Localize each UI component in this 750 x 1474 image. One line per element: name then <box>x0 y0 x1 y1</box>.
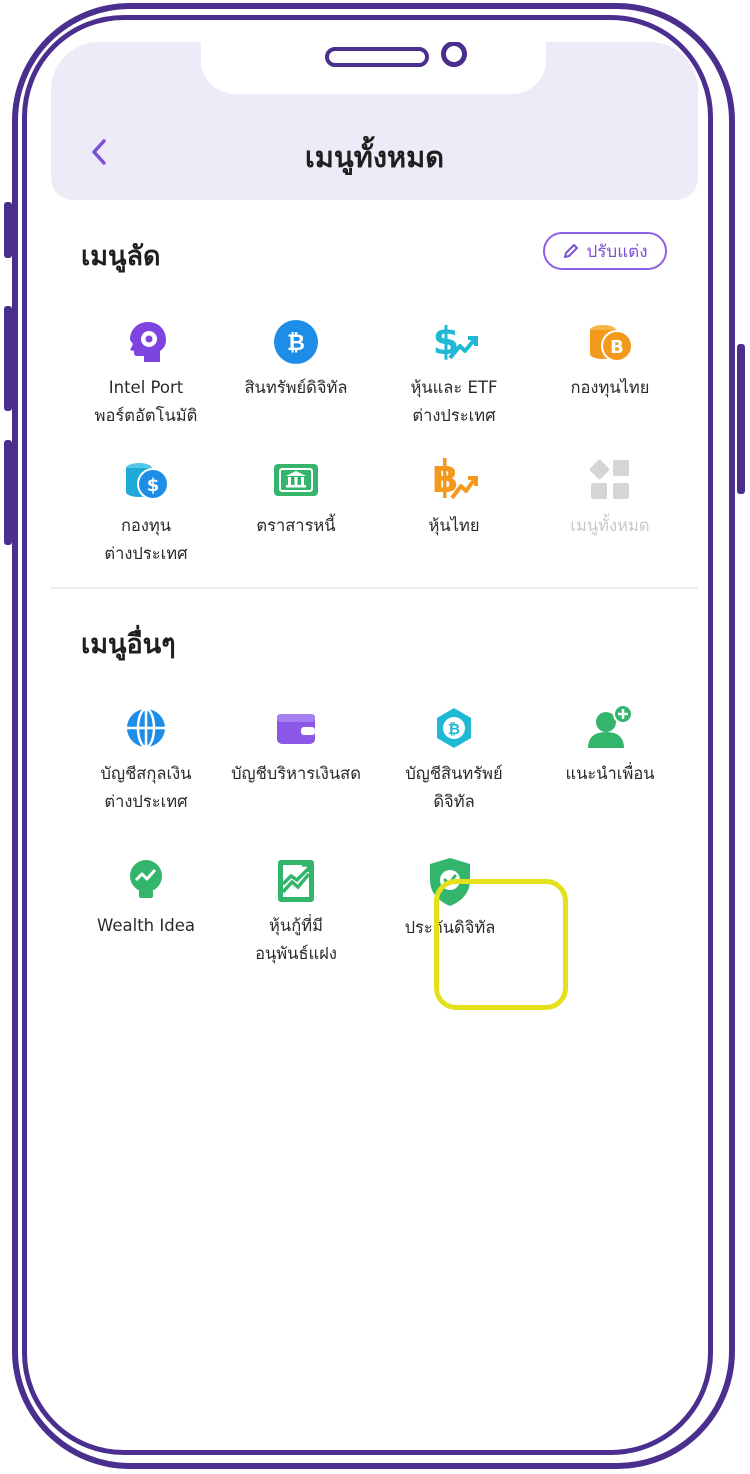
baht-coins-icon: B <box>580 312 640 372</box>
hex-bitcoin-icon: ₿ <box>424 698 484 758</box>
menu-item-bonds[interactable]: ตราสารหนี้ <box>217 450 375 538</box>
dollar-trend-icon: $ <box>424 312 484 372</box>
menu-label-line1: บัญชีสกุลเงิน <box>100 764 192 783</box>
menu-label-line1: หุ้นและ ETF <box>410 378 498 397</box>
bitcoin-icon: ₿ <box>266 312 326 372</box>
power-button <box>737 344 745 494</box>
app-header: เมนูทั้งหมด <box>51 42 698 200</box>
menu-label-line1: บัญชีสินทรัพย์ <box>405 764 503 783</box>
menu-label-line1: แนะนำเพื่อน <box>565 764 655 783</box>
menu-label-line2: ต่างประเทศ <box>412 406 496 425</box>
mute-button <box>4 202 12 258</box>
bond-icon <box>266 450 326 510</box>
add-friend-icon <box>580 698 640 758</box>
customize-button[interactable]: ปรับแต่ง <box>543 232 667 270</box>
menu-item-thai-funds[interactable]: B กองทุนไทย <box>531 312 689 400</box>
app-screen: เมนูทั้งหมด เมนูลัด ปรับแต่ง Intel Port … <box>51 42 698 1396</box>
camera <box>441 42 467 67</box>
pencil-icon <box>564 244 579 258</box>
globe-icon <box>116 698 176 758</box>
menu-item-all-menus: เมนูทั้งหมด <box>531 450 689 538</box>
menu-item-foreign-funds[interactable]: $ กองทุน ต่างประเทศ <box>67 450 225 566</box>
svg-text:$: $ <box>433 319 459 363</box>
menu-label-line1: สินทรัพย์ดิจิทัล <box>244 378 348 397</box>
menu-label-line2: อนุพันธ์แฝง <box>255 944 337 963</box>
menu-label-line1: กองทุน <box>120 516 172 535</box>
menu-item-cash-management[interactable]: บัญชีบริหารเงินสด <box>217 698 375 786</box>
menu-item-intel-port[interactable]: Intel Port พอร์ตอัตโนมัติ <box>67 312 225 428</box>
svg-text:₿: ₿ <box>448 720 460 738</box>
dollar-coins-icon: $ <box>116 450 176 510</box>
menu-label-line2: พอร์ตอัตโนมัติ <box>94 406 198 425</box>
menu-label-line1: หุ้นไทย <box>428 516 480 535</box>
idea-bulb-icon <box>116 850 176 910</box>
svg-text:$: $ <box>147 475 160 496</box>
other-section-title: เมนูอื่นๆ <box>81 629 176 660</box>
menu-item-refer-friend[interactable]: แนะนำเพื่อน <box>531 698 689 786</box>
baht-trend-icon: B <box>424 450 484 510</box>
brain-gear-icon <box>116 312 176 372</box>
menu-item-foreign-stocks[interactable]: $ หุ้นและ ETF ต่างประเทศ <box>375 312 533 428</box>
structured-note-icon <box>266 850 326 910</box>
menu-item-digital-asset-account[interactable]: ₿ บัญชีสินทรัพย์ ดิจิทัล <box>375 698 533 814</box>
menu-item-thai-stocks[interactable]: B หุ้นไทย <box>375 450 533 538</box>
svg-text:B: B <box>610 337 624 358</box>
menu-label-line1: หุ้นกู้ที่มี <box>269 916 323 935</box>
menu-label-line2: ต่างประเทศ <box>104 544 188 563</box>
wallet-icon <box>266 698 326 758</box>
speaker <box>325 47 429 67</box>
page-title: เมนูทั้งหมด <box>304 140 445 174</box>
menu-label-line1: กองทุนไทย <box>570 378 650 397</box>
shortcut-section-title: เมนูลัด <box>81 241 161 272</box>
volume-up-button <box>4 306 12 411</box>
menu-label-line1: Wealth Idea <box>97 916 195 935</box>
section-divider <box>51 587 698 589</box>
menu-item-structured-notes[interactable]: หุ้นกู้ที่มี อนุพันธ์แฝง <box>217 850 375 966</box>
menu-label-line2: ต่างประเทศ <box>104 792 188 811</box>
svg-text:₿: ₿ <box>287 331 305 356</box>
grid-icon <box>580 450 640 510</box>
menu-item-wealth-idea[interactable]: Wealth Idea <box>67 850 225 938</box>
menu-label-line1: ตราสารหนี้ <box>256 516 336 535</box>
menu-label-line1: บัญชีบริหารเงินสด <box>231 764 361 783</box>
menu-label-line1: เมนูทั้งหมด <box>570 516 650 535</box>
notch <box>201 42 546 94</box>
volume-down-button <box>4 440 12 545</box>
menu-label-line2: ดิจิทัล <box>433 792 475 811</box>
menu-label-line1: Intel Port <box>108 378 184 397</box>
highlight-box <box>434 879 568 1010</box>
menu-item-fcd-account[interactable]: บัญชีสกุลเงิน ต่างประเทศ <box>67 698 225 814</box>
menu-item-digital-assets[interactable]: ₿ สินทรัพย์ดิจิทัล <box>217 312 375 400</box>
customize-label: ปรับแต่ง <box>586 241 648 262</box>
